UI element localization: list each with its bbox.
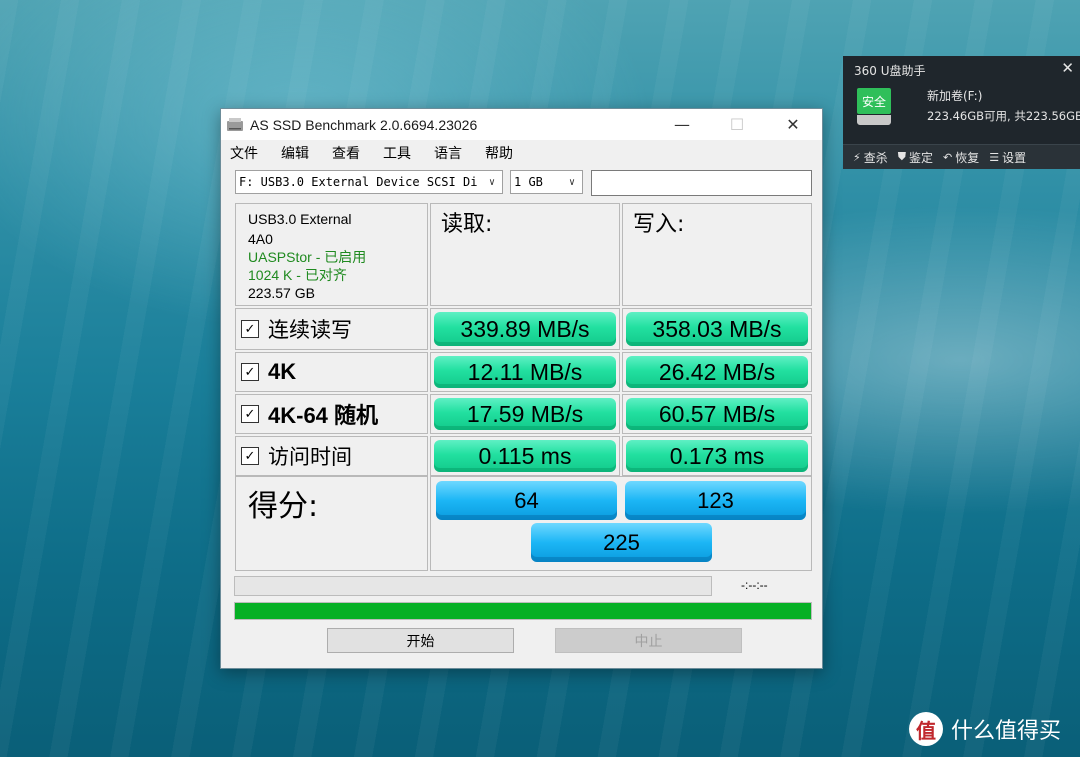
popup-title: 360 U盘助手 [854,64,926,78]
volume-name: 新加卷(F:) [927,89,983,103]
menu-view[interactable]: 查看 [332,140,360,168]
safe-badge: 安全 [857,88,891,114]
access-write-cell: 0.173 ms [622,436,812,476]
start-button[interactable]: 开始 [327,628,514,653]
action-label: 恢复 [955,150,980,165]
test-progress-bar [234,576,712,596]
result-value: 339.89 MB/s [434,312,616,346]
menu-icon: ☰ [989,150,1000,164]
usb-assistant-popup: 360 U盘助手 ✕ 安全 新加卷(F:) 223.46GB可用, 共223.5… [843,56,1080,169]
seq-read-cell: 339.89 MB/s [430,308,620,350]
row-label: 4K-64 随机 [268,403,379,428]
row-4k-label[interactable]: ✓ 4K [235,352,428,392]
title-bar[interactable]: AS SSD Benchmark 2.0.6694.23026 — ☐ ✕ [221,109,822,140]
progress-fill [235,603,811,619]
drive-select-value: F: USB3.0 External Device SCSI Di [239,175,478,189]
menu-edit[interactable]: 编辑 [281,140,309,168]
row-label: 连续读写 [268,318,352,342]
device-firmware: 4A0 [248,231,273,247]
action-label: 设置 [1002,150,1027,165]
4k64-write-cell: 60.57 MB/s [622,394,812,434]
watermark-logo-icon: 值 [909,712,943,746]
scan-button[interactable]: ⚡ 查杀 [853,149,888,166]
settings-button[interactable]: ☰ 设置 [989,149,1026,166]
size-select-value: 1 GB [514,175,543,189]
usb-drive-icon: 安全 [857,88,891,126]
results-grid: USB3.0 External 4A0 UASPStor - 已启用 1024 … [235,203,812,573]
maximize-button[interactable]: ☐ [714,109,760,140]
result-value: 17.59 MB/s [434,398,616,430]
checkbox-checked-icon[interactable]: ✓ [241,447,259,465]
popup-action-bar: ⚡ 查杀 ⛊ 鉴定 ↶ 恢复 ☰ 设置 [843,144,1080,169]
menu-help[interactable]: 帮助 [485,140,513,168]
alignment-status: 1024 K - 已对齐 [248,267,347,283]
identify-button[interactable]: ⛊ 鉴定 [898,149,933,166]
read-header: 读取: [430,203,620,306]
menu-language[interactable]: 语言 [434,140,462,168]
watermark-text: 什么值得买 [951,719,1062,744]
result-value: 0.115 ms [434,440,616,472]
result-value: 12.11 MB/s [434,356,616,388]
shield-icon: ⛊ [897,150,906,163]
menu-tools[interactable]: 工具 [383,140,411,168]
device-info: USB3.0 External 4A0 UASPStor - 已启用 1024 … [235,203,428,306]
4k-read-cell: 12.11 MB/s [430,352,620,392]
close-button[interactable]: ✕ [770,109,816,140]
row-label: 4K [268,359,297,384]
score-write: 123 [625,481,806,520]
device-name: USB3.0 External [248,211,352,227]
elapsed-time: -:--:-- [741,578,768,592]
chevron-down-icon: ∨ [488,176,496,188]
checkbox-checked-icon[interactable]: ✓ [241,405,259,423]
drive-select[interactable]: F: USB3.0 External Device SCSI Di ∨ [235,170,503,194]
size-select[interactable]: 1 GB ∨ [510,170,583,194]
toolbar: F: USB3.0 External Device SCSI Di ∨ 1 GB… [235,170,815,196]
result-value: 0.173 ms [626,440,808,472]
row-label: 访问时间 [268,445,352,469]
checkbox-checked-icon[interactable]: ✓ [241,363,259,381]
restore-button[interactable]: ↶ 恢复 [943,149,979,166]
overall-progress-bar [234,602,812,620]
result-value: 60.57 MB/s [626,398,808,430]
volume-space: 223.46GB可用, 共223.56GB [927,109,1080,123]
score-total: 225 [531,523,712,562]
app-icon [227,117,243,131]
popup-close-icon[interactable]: ✕ [1061,59,1074,77]
row-4k64-label[interactable]: ✓ 4K-64 随机 [235,394,428,434]
access-read-cell: 0.115 ms [430,436,620,476]
result-value: 358.03 MB/s [626,312,808,346]
window-title: AS SSD Benchmark 2.0.6694.23026 [250,116,478,133]
as-ssd-window: AS SSD Benchmark 2.0.6694.23026 — ☐ ✕ 文件… [220,108,823,669]
row-seq-label[interactable]: ✓ 连续读写 [235,308,428,350]
row-access-label[interactable]: ✓ 访问时间 [235,436,428,476]
device-capacity: 223.57 GB [248,285,315,301]
score-read: 64 [436,481,617,520]
lightning-icon: ⚡ [853,150,861,164]
4k-write-cell: 26.42 MB/s [622,352,812,392]
write-header: 写入: [622,203,812,306]
chevron-down-icon: ∨ [568,176,576,188]
seq-write-cell: 358.03 MB/s [622,308,812,350]
action-label: 查杀 [863,150,888,165]
undo-icon: ↶ [943,150,953,164]
action-label: 鉴定 [909,150,934,165]
menu-bar: 文件 编辑 查看 工具 语言 帮助 [221,140,822,168]
result-value: 26.42 MB/s [626,356,808,388]
stop-button[interactable]: 中止 [555,628,742,653]
filter-input[interactable] [591,170,812,196]
4k64-read-cell: 17.59 MB/s [430,394,620,434]
checkbox-checked-icon[interactable]: ✓ [241,320,259,338]
driver-status: UASPStor - 已启用 [248,249,367,265]
minimize-button[interactable]: — [659,109,705,140]
score-label: 得分: [235,476,428,571]
score-area: 64 123 225 [430,476,812,571]
drive-base [857,115,891,125]
watermark: 值 什么值得买 [909,712,1061,746]
menu-file[interactable]: 文件 [230,140,258,168]
